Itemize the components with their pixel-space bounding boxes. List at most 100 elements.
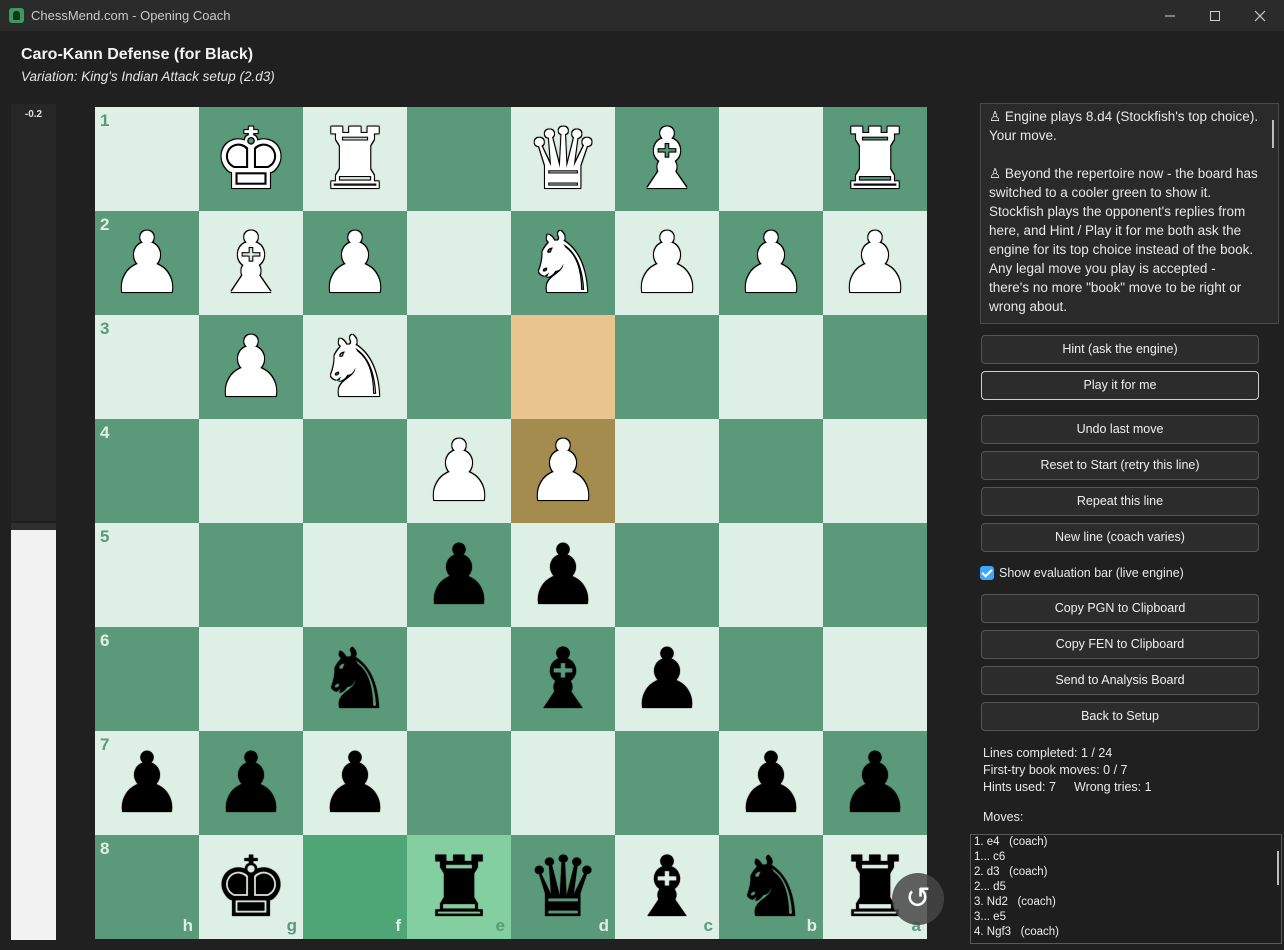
square-c5[interactable] [615,523,719,627]
square-e1[interactable] [407,107,511,211]
square-e8[interactable]: e ♜ [407,835,511,939]
square-h1[interactable]: 1 [95,107,199,211]
black-pawn-icon[interactable]: ♟ [303,731,407,835]
square-g1[interactable]: ♚ [199,107,303,211]
black-pawn-icon[interactable]: ♟ [511,523,615,627]
square-g4[interactable] [199,419,303,523]
square-c7[interactable] [615,731,719,835]
reset-button[interactable]: Reset to Start (retry this line) [981,451,1259,480]
square-d4[interactable]: ♟ [511,419,615,523]
white-king-icon[interactable]: ♚ [199,107,303,211]
square-a3[interactable] [823,315,927,419]
white-pawn-icon[interactable]: ♟ [511,419,615,523]
square-d2[interactable]: ♞ [511,211,615,315]
repeat-line-button[interactable]: Repeat this line [981,487,1259,516]
play-for-me-button[interactable]: Play it for me [981,371,1259,400]
white-rook-icon[interactable]: ♜ [823,107,927,211]
white-pawn-icon[interactable]: ♟ [823,211,927,315]
scrollbar-thumb[interactable] [1277,851,1279,885]
coach-message-box[interactable]: ♙ Engine plays 8.d4 (Stockfish's top cho… [980,103,1279,324]
move-entry[interactable]: 4. Ngf3 (coach) [974,926,1059,938]
square-c1[interactable]: ♝ [615,107,719,211]
square-h7[interactable]: 7 ♟ [95,731,199,835]
square-e3[interactable] [407,315,511,419]
square-a7[interactable]: ♟ [823,731,927,835]
white-pawn-icon[interactable]: ♟ [95,211,199,315]
square-e6[interactable] [407,627,511,731]
white-pawn-icon[interactable]: ♟ [199,315,303,419]
square-d3[interactable] [511,315,615,419]
minimize-button[interactable] [1150,5,1190,27]
move-entry[interactable]: 2... d5 [974,881,1006,893]
black-pawn-icon[interactable]: ♟ [95,731,199,835]
square-g5[interactable] [199,523,303,627]
square-d1[interactable]: ♛ [511,107,615,211]
move-entry[interactable]: 1... c6 [974,851,1005,863]
square-a1[interactable]: ♜ [823,107,927,211]
square-a5[interactable] [823,523,927,627]
square-f8[interactable]: f [303,835,407,939]
black-pawn-icon[interactable]: ♟ [719,731,823,835]
white-rook-icon[interactable]: ♜ [303,107,407,211]
square-e4[interactable]: ♟ [407,419,511,523]
square-g3[interactable]: ♟ [199,315,303,419]
black-king-icon[interactable]: ♚ [199,835,303,939]
square-f2[interactable]: ♟ [303,211,407,315]
analysis-board-button[interactable]: Send to Analysis Board [981,666,1259,695]
checkbox-checked[interactable] [980,566,994,580]
square-f6[interactable]: ♞ [303,627,407,731]
back-to-setup-button[interactable]: Back to Setup [981,702,1259,731]
chess-board[interactable]: 1 ♚ ♜ ♛ ♝ ♜ 2 ♟ ♝ ♟ ♞ ♟ ♟ ♟ 3 ♟ ♞ 4 ♟ ♟ 5 ♟ ♟ 6 ♞ ♝ ♟ 7 ♟ ♟ ♟ ♟ ♟ 8 h g ♚ f e ♜… [95,107,927,939]
square-b4[interactable] [719,419,823,523]
square-b2[interactable]: ♟ [719,211,823,315]
square-e2[interactable] [407,211,511,315]
square-b6[interactable] [719,627,823,731]
square-f4[interactable] [303,419,407,523]
square-b3[interactable] [719,315,823,419]
copy-fen-button[interactable]: Copy FEN to Clipboard [981,630,1259,659]
square-d7[interactable] [511,731,615,835]
white-pawn-icon[interactable]: ♟ [407,419,511,523]
square-h5[interactable]: 5 [95,523,199,627]
black-knight-icon[interactable]: ♞ [303,627,407,731]
white-knight-icon[interactable]: ♞ [303,315,407,419]
square-f3[interactable]: ♞ [303,315,407,419]
white-queen-icon[interactable]: ♛ [511,107,615,211]
square-b1[interactable] [719,107,823,211]
square-g7[interactable]: ♟ [199,731,303,835]
white-pawn-icon[interactable]: ♟ [303,211,407,315]
square-f5[interactable] [303,523,407,627]
maximize-button[interactable] [1195,5,1235,27]
square-h8[interactable]: 8h [95,835,199,939]
square-d5[interactable]: ♟ [511,523,615,627]
square-g8[interactable]: g ♚ [199,835,303,939]
black-bishop-icon[interactable]: ♝ [511,627,615,731]
flip-board-button[interactable]: ↺ [892,873,944,925]
square-h4[interactable]: 4 [95,419,199,523]
square-d6[interactable]: ♝ [511,627,615,731]
black-queen-icon[interactable]: ♛ [511,835,615,939]
square-b5[interactable] [719,523,823,627]
square-e7[interactable] [407,731,511,835]
white-bishop-icon[interactable]: ♝ [615,107,719,211]
black-rook-icon[interactable]: ♜ [407,835,511,939]
square-d8[interactable]: d ♛ [511,835,615,939]
new-line-button[interactable]: New line (coach varies) [981,523,1259,552]
copy-pgn-button[interactable]: Copy PGN to Clipboard [981,594,1259,623]
white-pawn-icon[interactable]: ♟ [615,211,719,315]
square-b7[interactable]: ♟ [719,731,823,835]
square-c8[interactable]: c ♝ [615,835,719,939]
square-c3[interactable] [615,315,719,419]
square-a4[interactable] [823,419,927,523]
square-c4[interactable] [615,419,719,523]
square-b8[interactable]: b ♞ [719,835,823,939]
move-entry[interactable]: 1. e4 (coach) [974,836,1048,848]
white-knight-icon[interactable]: ♞ [511,211,615,315]
square-a2[interactable]: ♟ [823,211,927,315]
square-g2[interactable]: ♝ [199,211,303,315]
move-entry[interactable]: 3. Nd2 (coach) [974,896,1056,908]
black-pawn-icon[interactable]: ♟ [199,731,303,835]
undo-button[interactable]: Undo last move [981,415,1259,444]
square-f1[interactable]: ♜ [303,107,407,211]
square-c2[interactable]: ♟ [615,211,719,315]
